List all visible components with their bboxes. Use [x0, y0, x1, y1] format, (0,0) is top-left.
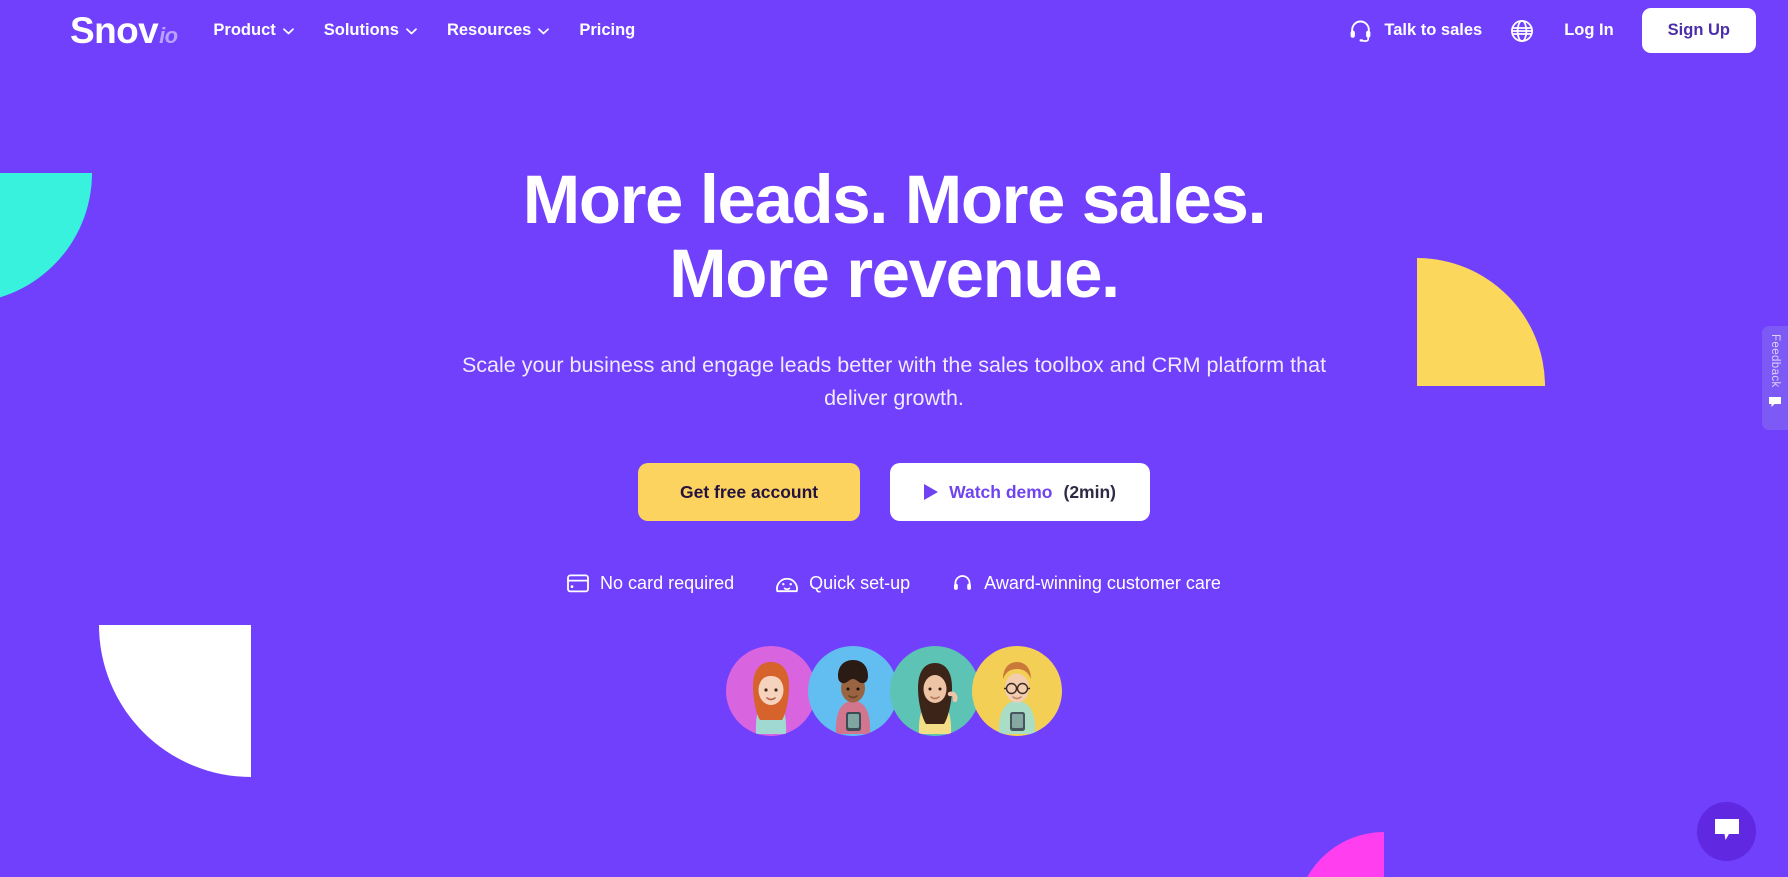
avatar [808, 646, 898, 737]
nav-item-label: Solutions [323, 21, 399, 39]
logo-suffix-text: io [159, 22, 178, 48]
nav-item-resources[interactable]: Resources [446, 21, 550, 40]
avatar [890, 646, 980, 737]
play-icon [924, 484, 939, 501]
avatar [972, 646, 1062, 737]
nav-item-product[interactable]: Product [213, 21, 294, 40]
chat-icon [1768, 395, 1782, 413]
main-navigation: Product Solutions Resources Pricing [213, 21, 635, 40]
hero-title-line-2: More revenue. [669, 234, 1120, 312]
pink-quarter-circle [1296, 832, 1384, 877]
logo-snovio[interactable]: Snov io [70, 9, 178, 52]
headset-icon [952, 573, 973, 594]
hero-subtitle: Scale your business and engage leads bet… [461, 352, 1327, 410]
nav-item-label: Product [213, 21, 276, 39]
talk-to-sales-label: Talk to sales [1384, 21, 1483, 39]
nav-item-label: Pricing [579, 21, 636, 39]
feature-award-winning-customer-care: Award-winning customer care [952, 573, 1221, 594]
hero-title: More leads. More sales. More revenue. [0, 163, 1788, 311]
signup-button[interactable]: Sign Up [1641, 8, 1756, 53]
site-header: Snov io Product Solutions Resources Prici… [0, 0, 1788, 61]
speedometer-icon [776, 574, 799, 594]
hero-section: More leads. More sales. More revenue. Sc… [0, 61, 1788, 737]
feature-quick-set-up: Quick set-up [776, 573, 910, 594]
feature-label: Award-winning customer care [984, 573, 1221, 594]
chat-bubble-icon [1713, 817, 1741, 847]
chevron-down-icon [406, 28, 417, 35]
chevron-down-icon [282, 28, 294, 35]
avatar [726, 646, 816, 737]
nav-item-pricing[interactable]: Pricing [579, 21, 635, 40]
chat-widget-button[interactable] [1697, 802, 1756, 861]
watch-demo-duration: (2min) [1063, 481, 1117, 502]
hero-title-line-1: More leads. More sales. [522, 161, 1267, 238]
nav-item-label: Resources [446, 21, 532, 39]
chevron-down-icon [538, 28, 550, 35]
nav-item-solutions[interactable]: Solutions [324, 21, 417, 40]
customer-avatar-group [0, 646, 1788, 737]
watch-demo-button[interactable]: Watch demo (2min) [890, 463, 1150, 522]
login-link[interactable]: Log In [1564, 21, 1613, 40]
feature-label: No card required [600, 573, 735, 594]
hero-feature-list: No card required Quick set-up Award-winn… [0, 573, 1788, 594]
hero-cta-row: Get free account Watch demo (2min) [0, 463, 1788, 522]
headset-icon [1348, 18, 1373, 43]
watch-demo-label: Watch demo [949, 481, 1053, 502]
feature-no-card-required: No card required [567, 573, 734, 594]
header-actions: Talk to sales Log In Sign Up [1348, 8, 1756, 53]
feature-label: Quick set-up [809, 573, 911, 594]
globe-icon[interactable] [1510, 19, 1534, 43]
logo-main-text: Snov [70, 9, 159, 51]
talk-to-sales-link[interactable]: Talk to sales [1348, 18, 1482, 43]
feedback-label: Feedback [1769, 334, 1781, 388]
get-free-account-button[interactable]: Get free account [638, 463, 861, 522]
credit-card-icon [567, 574, 589, 593]
feedback-tab[interactable]: Feedback [1762, 326, 1788, 430]
